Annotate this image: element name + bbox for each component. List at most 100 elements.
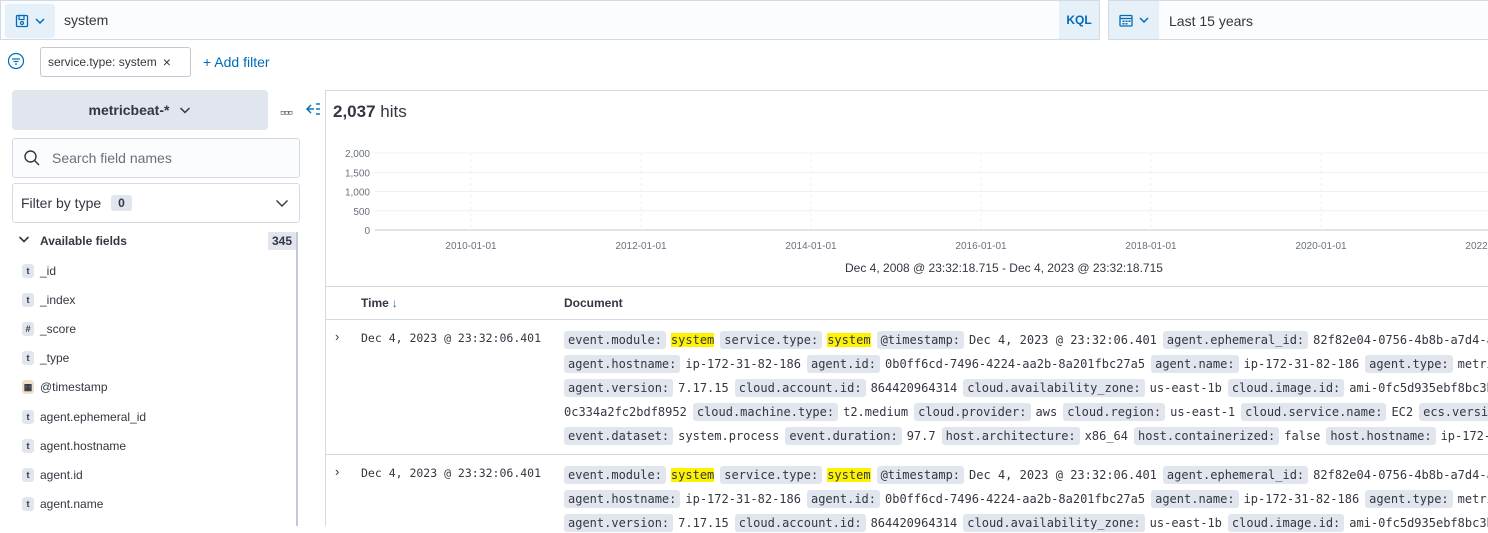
expand-row-icon[interactable]: ›: [335, 329, 339, 344]
collapse-sidebar-icon[interactable]: [305, 101, 321, 117]
field-list-item[interactable]: t agent.name: [22, 494, 103, 514]
string-type-icon: t: [22, 409, 34, 424]
document-field: host.containerized: false: [1134, 427, 1320, 445]
more-options-icon[interactable]: ▫▫▫: [280, 104, 293, 120]
document-field-value: ip-172-: [1440, 429, 1488, 443]
document-field-key: agent.hostname:: [564, 490, 681, 508]
document-field-key: cloud.service.name:: [1241, 403, 1387, 421]
query-input[interactable]: [64, 8, 1044, 32]
chart-x-tick-label: 2020-01-01: [1295, 241, 1347, 252]
filter-by-type-button[interactable]: Filter by type 0: [12, 183, 300, 223]
field-name: @timestamp: [40, 380, 108, 395]
expand-row-icon[interactable]: ›: [335, 464, 339, 479]
document-field-key: agent.ephemeral_id:: [1162, 466, 1309, 484]
field-name: _index: [40, 293, 76, 308]
save-icon: [15, 14, 29, 28]
document-field: host.hostname: ip-172-: [1326, 427, 1488, 445]
hits-label: hits: [380, 102, 407, 121]
document-field-key: agent.name:: [1151, 490, 1239, 508]
filter-count-badge: 0: [111, 195, 132, 211]
chevron-down-icon: [276, 200, 288, 207]
field-list-item[interactable]: # _score: [22, 319, 76, 339]
document-field-value: ami-0fc5d935ebf8bc3b: [1349, 381, 1488, 395]
document-field: agent.version: 7.17.15: [564, 379, 729, 397]
document-field: agent.name: ip-172-31-82-186: [1151, 490, 1359, 508]
index-pattern-selector[interactable]: metricbeat-*: [12, 90, 268, 130]
column-header-time[interactable]: Time ↓: [361, 296, 398, 310]
document-field-value: metric: [1457, 357, 1488, 371]
document-line: 0c334a2fc2bdf8952 cloud.machine.type: t2.m…: [564, 402, 1488, 422]
field-list-item[interactable]: t _id: [22, 261, 56, 281]
document-field-key: cloud.availability_zone:: [963, 379, 1145, 397]
field-list-item[interactable]: t agent.id: [22, 465, 83, 485]
filter-pill-label: service.type: system: [48, 55, 157, 69]
document-field: event.module: system: [564, 466, 715, 484]
document-field: cloud.machine.type: t2.medium: [692, 403, 908, 421]
time-range-label: Dec 4, 2008 @ 23:32:18.715 - Dec 4, 2023…: [845, 261, 1163, 275]
document-field: event.module: system: [564, 331, 715, 349]
document-field-value: 7.17.15: [678, 516, 729, 530]
quick-select-button[interactable]: [1109, 1, 1159, 39]
filter-menu-icon[interactable]: [7, 52, 25, 70]
document-line: agent.version: 7.17.15 cloud.account.id: 86…: [564, 513, 1488, 533]
add-filter-button[interactable]: + Add filter: [203, 54, 270, 70]
string-type-icon: t: [22, 438, 34, 453]
field-list-item[interactable]: t _type: [22, 348, 69, 368]
chart-x-tick-label: 2010-01-01: [445, 241, 497, 252]
date-picker[interactable]: Last 15 years: [1108, 0, 1488, 40]
document-field: agent.ephemeral_id: 82f82e04-0756-4b8b-a7…: [1162, 331, 1488, 349]
chart-x-tick-label: 2022-01-01: [1465, 241, 1488, 252]
field-list-item[interactable]: t agent.ephemeral_id: [22, 407, 146, 427]
document-field: cloud.availability_zone: us-east-1b: [963, 514, 1222, 532]
field-name: _score: [40, 322, 77, 337]
close-icon[interactable]: ×: [163, 54, 171, 70]
highlighted-value: system: [670, 468, 715, 482]
document-line: event.dataset: system.process event.durati…: [564, 426, 1488, 446]
field-name: _id: [40, 264, 57, 278]
document-field-value: ip-172-31-82-186: [1243, 357, 1360, 371]
document-field: agent.type: metric: [1365, 490, 1488, 508]
chart-y-tick-label: 500: [353, 207, 370, 218]
sort-arrow-icon[interactable]: ↓: [392, 296, 398, 310]
document-field-value: 864420964314: [870, 516, 958, 530]
sidebar-scrollbar[interactable]: [296, 232, 298, 526]
available-fields-count: 345: [268, 232, 297, 250]
histogram-chart[interactable]: 2,000 1,500 1,000 500 0 2010-01-01 2012-01-01 2…: [325, 140, 1488, 260]
document-field-value: metric: [1457, 492, 1488, 506]
document-field: cloud.image.id: ami-0fc5d935ebf8bc3b: [1227, 379, 1488, 397]
document-field-key: agent.ephemeral_id:: [1162, 331, 1309, 349]
date-type-icon: ▦: [22, 380, 34, 395]
document-field: cloud.provider: aws: [914, 403, 1057, 421]
document-field-key: cloud.image.id:: [1227, 379, 1345, 397]
document-field-value: Dec 4, 2023 @ 23:32:06.401: [969, 333, 1157, 347]
document-field-key: @timestamp:: [876, 466, 965, 484]
document-field-key: agent.id:: [806, 355, 880, 373]
kql-language-button[interactable]: KQL: [1059, 1, 1099, 39]
document-field-key: agent.version:: [564, 514, 674, 532]
field-list-item[interactable]: t agent.hostname: [22, 436, 126, 456]
document-field-value: ip-172-31-82-186: [685, 357, 801, 371]
filter-pill[interactable]: service.type: system ×: [40, 47, 191, 77]
chevron-down-icon: [18, 236, 30, 243]
document-field-value: 97.7: [906, 429, 936, 443]
document-field-value: us-east-1b: [1149, 381, 1222, 395]
document-field: agent.hostname: ip-172-31-82-186: [564, 490, 801, 508]
document-field-key: event.dataset:: [564, 427, 674, 445]
date-range-label[interactable]: Last 15 years: [1169, 13, 1253, 29]
available-fields-header[interactable]: Available fields 345: [14, 232, 298, 250]
document-field: cloud.account.id: 864420964314: [734, 379, 957, 397]
calendar-icon: [1119, 14, 1133, 27]
string-type-icon: t: [22, 351, 34, 366]
document-field-key: cloud.machine.type:: [692, 403, 839, 421]
chevron-down-icon: [1139, 17, 1149, 24]
chart-y-tick-label: 1,000: [345, 188, 370, 199]
highlighted-value: system: [827, 333, 871, 347]
string-type-icon: t: [22, 467, 34, 482]
row-timestamp: Dec 4, 2023 @ 23:32:06.401: [361, 466, 542, 480]
document-field-value: 0c334a2fc2bdf8952: [564, 405, 687, 419]
chart-y-tick-label: 2,000: [345, 149, 370, 160]
field-list-item[interactable]: ▦ @timestamp: [22, 377, 108, 397]
saved-query-button[interactable]: [5, 4, 55, 38]
search-field-names-input[interactable]: [52, 150, 292, 166]
field-list-item[interactable]: t _index: [22, 290, 75, 310]
